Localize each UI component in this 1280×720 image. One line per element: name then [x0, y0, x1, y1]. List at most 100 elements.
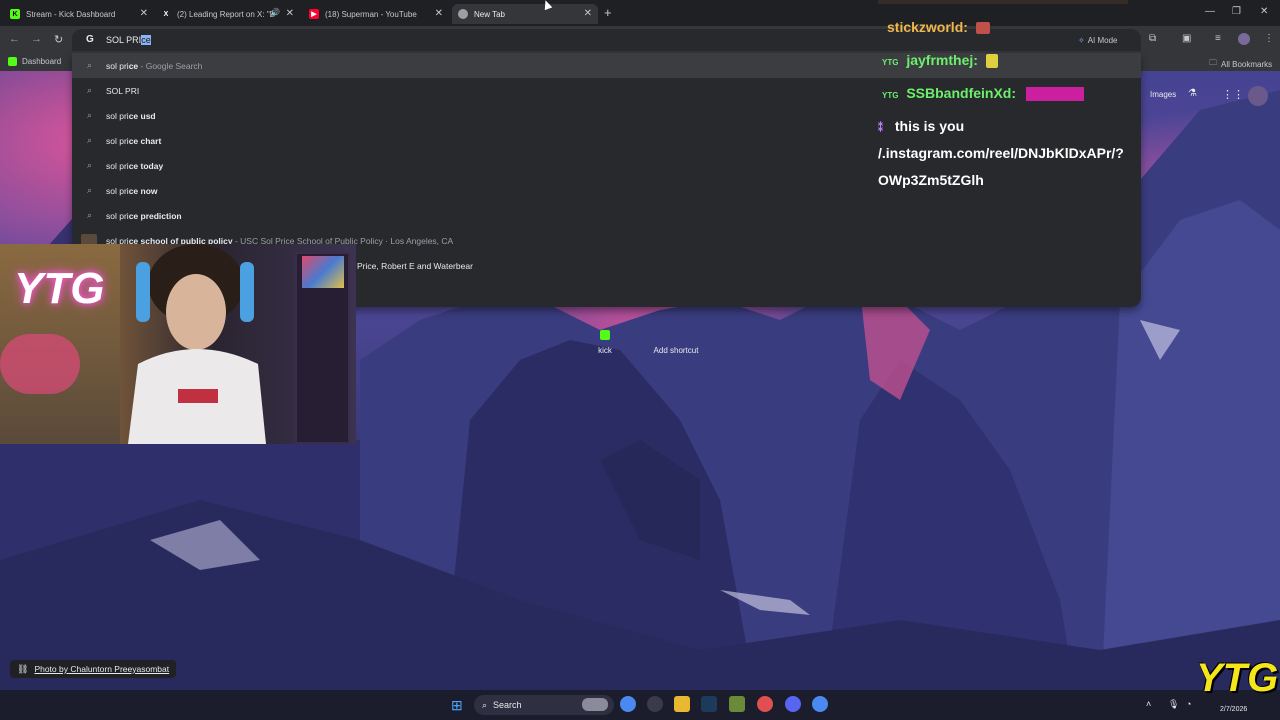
- suggestion-bold: ce prediction: [128, 210, 182, 221]
- search-icon: ⌕: [87, 60, 93, 70]
- windows-start-icon[interactable]: ⊞: [451, 697, 463, 714]
- chat-badge: YTG: [882, 58, 899, 67]
- chat-message: stickzworld:: [887, 19, 990, 35]
- stream-chat-overlay: stickzworld: YTG jayfrmthej: YTG SSBband…: [878, 0, 1280, 200]
- chrome-taskbar-icon[interactable]: [812, 696, 828, 712]
- chat-text: OWp3Zm5tZGlh: [878, 172, 984, 188]
- shortcut-kick[interactable]: kick: [590, 330, 620, 355]
- tab-new-tab[interactable]: New Tab ✕: [452, 4, 598, 24]
- app-icon[interactable]: [647, 696, 663, 712]
- omnibox-input[interactable]: SOL PRIce: [106, 35, 151, 45]
- taskbar-search[interactable]: ⌕ Search: [474, 695, 614, 715]
- suggestion-text: sol price now: [106, 186, 158, 196]
- reload-icon[interactable]: ↻: [54, 33, 63, 46]
- chat-message: ⁑ this is you: [878, 118, 964, 134]
- speaker-icon[interactable]: 🔊: [270, 8, 280, 17]
- webcam-overlay: YTG: [0, 244, 356, 444]
- chat-text: this is you: [894, 118, 965, 134]
- chat-username: SSBbandfeinXd:: [906, 85, 1017, 101]
- suggestion-text: sol price usd: [106, 111, 156, 121]
- suggestion-bold: ce now: [128, 185, 158, 196]
- file-explorer-icon[interactable]: [674, 696, 690, 712]
- censored-block: [1025, 87, 1084, 102]
- cam-plush: [0, 334, 80, 394]
- microphone-icon[interactable]: 🎙: [1168, 699, 1179, 710]
- tray-chevron-icon[interactable]: ˄: [1146, 699, 1151, 709]
- tab-x-leading-report[interactable]: X (2) Leading Report on X: "B 🔊 ✕: [155, 4, 300, 24]
- close-icon[interactable]: ✕: [286, 8, 294, 19]
- kick-icon: [600, 330, 610, 340]
- tab-kick-dashboard[interactable]: K Stream - Kick Dashboard ✕: [4, 4, 154, 24]
- suggestion-prefix: sol pri: [106, 110, 129, 121]
- chat-text: /.instagram.com/reel/DNJbKlDxAPr/?: [878, 145, 1124, 161]
- chat-badge: YTG: [882, 91, 899, 100]
- search-icon: ⌕: [87, 110, 93, 120]
- omnibox-autocomplete: ce: [141, 35, 151, 45]
- chat-username: stickzworld:: [887, 19, 968, 35]
- close-icon[interactable]: ✕: [584, 8, 592, 19]
- back-icon[interactable]: ←: [9, 33, 20, 45]
- search-icon: ⌕: [87, 185, 93, 195]
- emote-icon: [985, 54, 998, 69]
- windows-taskbar: [0, 690, 1280, 720]
- bookmark-dashboard[interactable]: Dashboard: [8, 57, 61, 66]
- forward-icon[interactable]: →: [31, 33, 42, 45]
- minecraft-icon[interactable]: [729, 696, 745, 712]
- suggestion-prefix: sol pri: [106, 210, 129, 221]
- photo-credit[interactable]: ⛓ Photo by Chaluntorn Preeyasombat: [10, 660, 177, 678]
- suggestion-suffix: Price, Robert E and Waterbear: [357, 260, 473, 271]
- suggestion-bold: ce: [128, 60, 139, 71]
- suggestion-prefix: sol pri: [106, 185, 129, 196]
- tab-label: Stream - Kick Dashboard: [26, 9, 116, 19]
- discord-icon[interactable]: [785, 696, 801, 712]
- suggestion-bold: ce chart: [128, 135, 162, 146]
- suggestion-text: sol price chart: [106, 136, 161, 146]
- shortcut-label: kick: [598, 346, 612, 355]
- shortcut-label: Add shortcut: [653, 346, 699, 355]
- app-icon[interactable]: [757, 696, 773, 712]
- omnibox-typed-text: SOL PRI: [106, 35, 142, 45]
- screen: K Stream - Kick Dashboard ✕ X (2) Leadin…: [0, 0, 1280, 720]
- close-icon[interactable]: ✕: [435, 8, 443, 19]
- shortcut-add[interactable]: Add shortcut: [648, 330, 704, 355]
- wifi-icon[interactable]: ◔: [1186, 699, 1191, 709]
- chat-message: YTG jayfrmthej:: [882, 52, 998, 69]
- tab-youtube-superman[interactable]: ▶ (18) Superman - YouTube ✕: [303, 4, 449, 24]
- search-icon: ⌕: [482, 699, 488, 710]
- search-icon: ⌕: [87, 210, 93, 220]
- suggestion-bold: ce today: [128, 160, 164, 171]
- ytg-logo: YTG: [1196, 656, 1279, 700]
- close-icon[interactable]: ✕: [140, 8, 148, 19]
- suggestion-text: sol price - Google Search: [106, 61, 202, 71]
- suggestion-text: sol price today: [106, 161, 163, 171]
- suggestion-bold: ce usd: [128, 110, 156, 121]
- tab-label: (18) Superman - YouTube: [325, 9, 417, 19]
- link-icon: ⛓: [17, 663, 29, 674]
- tab-label: (2) Leading Report on X: "B: [177, 9, 276, 19]
- google-icon: G: [86, 34, 94, 45]
- chat-badge-icon: ⁑: [878, 123, 883, 134]
- bookmark-label: Dashboard: [22, 57, 62, 66]
- search-icon: ⌕: [87, 160, 93, 170]
- neon-sign: YTG: [14, 264, 105, 313]
- suggestion-text: sol price prediction: [106, 211, 182, 221]
- chat-partial-line: [878, 0, 1128, 4]
- kick-icon: K: [10, 9, 20, 19]
- new-tab-plus-icon[interactable]: +: [604, 5, 612, 20]
- suggestion-suffix: - Google Search: [138, 60, 203, 71]
- suggestion-text: Price, Robert E and Waterbear: [357, 261, 473, 271]
- steam-icon[interactable]: [701, 696, 717, 712]
- suggestion-item[interactable]: ⌕ sol price prediction: [72, 203, 1141, 228]
- emote-icon: [975, 22, 990, 35]
- taskbar-search-label: Search: [493, 700, 522, 710]
- search-icon: ⌕: [87, 135, 93, 145]
- chrome-icon: [458, 9, 468, 19]
- plus-icon: [671, 330, 681, 340]
- chrome-taskbar-icon[interactable]: [620, 696, 636, 712]
- kick-icon: [8, 57, 17, 66]
- suggestion-prefix: sol pri: [106, 60, 129, 71]
- chat-message: YTG SSBbandfeinXd:: [882, 85, 1084, 102]
- suggestion-prefix: sol pri: [106, 160, 129, 171]
- photo-credit-label: Photo by Chaluntorn Preeyasombat: [34, 664, 170, 674]
- arcade-screen: [302, 256, 344, 288]
